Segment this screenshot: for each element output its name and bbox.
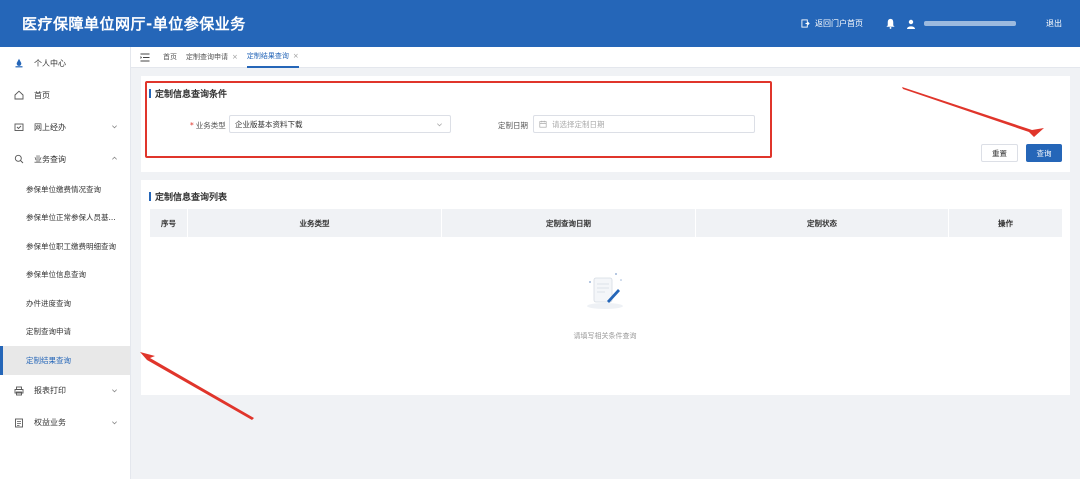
menu-toggle-icon[interactable] bbox=[140, 53, 150, 62]
inbox-icon bbox=[14, 122, 24, 132]
sidebar-item-label: 业务查询 bbox=[34, 154, 66, 164]
return-portal-link[interactable]: 返回门户首页 bbox=[801, 18, 863, 29]
empty-state-text: 请填写相关条件查询 bbox=[573, 332, 637, 340]
close-icon[interactable]: × bbox=[293, 52, 299, 60]
column-header-index: 序号 bbox=[150, 209, 188, 237]
sidebar-item-label: 个人中心 bbox=[34, 58, 66, 68]
tab-custom-result[interactable]: 定制结果查询 × bbox=[246, 47, 299, 68]
app-header: 医疗保障单位网厅-单位参保业务 返回门户首页 退出 bbox=[0, 0, 1080, 47]
droplet-icon bbox=[14, 58, 24, 68]
column-header-status: 定制状态 bbox=[696, 209, 949, 237]
sidebar-item-home[interactable]: 首页 bbox=[0, 79, 130, 111]
column-header-query-date: 定制查询日期 bbox=[442, 209, 696, 237]
logout-link[interactable]: 退出 bbox=[1046, 18, 1062, 29]
query-panel-title: 定制信息查询条件 bbox=[149, 87, 227, 100]
sidebar-subitem-payment-status[interactable]: 参保单位缴费情况查询 bbox=[0, 175, 130, 204]
business-type-label-text: 业务类型 bbox=[195, 121, 226, 130]
sidebar-item-label: 网上经办 bbox=[34, 122, 66, 132]
chevron-down-icon bbox=[112, 420, 117, 424]
chevron-down-icon bbox=[112, 388, 117, 392]
sidebar-subitem-payment-detail[interactable]: 参保单位职工缴费明细查询 bbox=[0, 232, 130, 261]
list-panel-title: 定制信息查询列表 bbox=[149, 190, 227, 203]
sidebar: 个人中心 首页 网上经办 业务查询 参保单位缴费情况查询 参保单位正常参保人员基… bbox=[0, 47, 131, 479]
chevron-down-icon bbox=[437, 123, 442, 127]
tab-home[interactable]: 首页 bbox=[163, 52, 177, 62]
chevron-down-icon bbox=[112, 125, 117, 129]
printer-icon bbox=[14, 386, 24, 396]
sidebar-item-personal-center[interactable]: 个人中心 bbox=[0, 47, 130, 79]
custom-date-placeholder: 请选择定制日期 bbox=[552, 119, 605, 129]
column-header-business-type: 业务类型 bbox=[188, 209, 442, 237]
search-icon bbox=[14, 154, 24, 164]
sidebar-subitem-progress[interactable]: 办件进度查询 bbox=[0, 289, 130, 318]
custom-date-picker[interactable]: 请选择定制日期 bbox=[533, 115, 755, 133]
bell-icon[interactable] bbox=[885, 18, 896, 29]
calendar-icon bbox=[539, 120, 547, 128]
business-type-value: 企业版基本资料下载 bbox=[235, 119, 303, 129]
sidebar-subitem-custom-apply[interactable]: 定制查询申请 bbox=[0, 318, 130, 347]
chevron-up-icon bbox=[112, 156, 117, 160]
document-icon bbox=[14, 418, 24, 428]
sidebar-subitem-normal-insured[interactable]: 参保单位正常参保人员基... bbox=[0, 204, 130, 233]
sidebar-item-label: 报表打印 bbox=[34, 386, 66, 395]
reset-button[interactable]: 重置 bbox=[981, 144, 1018, 162]
tabs-bar: 首页 定制查询申请 × 定制结果查询 × bbox=[131, 47, 1080, 68]
exit-door-icon bbox=[801, 19, 810, 28]
custom-date-label: 定制日期 bbox=[498, 121, 528, 130]
user-icon[interactable] bbox=[906, 19, 916, 29]
home-icon bbox=[14, 90, 24, 100]
sidebar-item-label: 首页 bbox=[34, 90, 50, 100]
business-type-select[interactable]: 企业版基本资料下载 bbox=[229, 115, 451, 133]
tab-label: 定制查询申请 bbox=[186, 53, 228, 61]
empty-state-illustration bbox=[587, 273, 623, 309]
sidebar-subitem-custom-result[interactable]: 定制结果查询 bbox=[0, 346, 130, 375]
sidebar-item-rights-business[interactable]: 权益业务 bbox=[0, 407, 130, 439]
sidebar-item-report-print[interactable]: 报表打印 bbox=[0, 375, 130, 407]
sidebar-subitem-unit-info[interactable]: 参保单位信息查询 bbox=[0, 261, 130, 290]
app-title: 医疗保障单位网厅-单位参保业务 bbox=[22, 15, 246, 33]
return-portal-label: 返回门户首页 bbox=[815, 19, 863, 28]
tab-custom-apply[interactable]: 定制查询申请 × bbox=[186, 52, 238, 62]
sidebar-item-online-handling[interactable]: 网上经办 bbox=[0, 111, 130, 143]
query-button[interactable]: 查询 bbox=[1026, 144, 1062, 162]
tab-label: 首页 bbox=[163, 53, 177, 61]
column-header-actions: 操作 bbox=[998, 218, 1013, 228]
table-header: 序号 业务类型 定制查询日期 定制状态 操作 bbox=[150, 209, 1062, 237]
business-type-label: * 业务类型 bbox=[190, 121, 226, 130]
sidebar-item-label: 权益业务 bbox=[34, 418, 66, 427]
tab-label: 定制结果查询 bbox=[246, 52, 289, 60]
username-masked bbox=[924, 21, 1016, 26]
close-icon[interactable]: × bbox=[232, 53, 238, 61]
sidebar-item-business-query[interactable]: 业务查询 bbox=[0, 143, 130, 175]
